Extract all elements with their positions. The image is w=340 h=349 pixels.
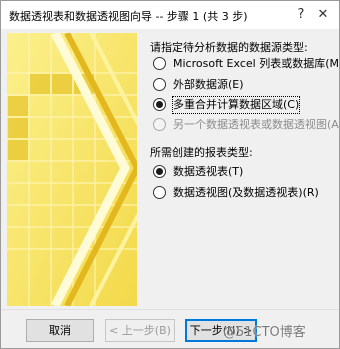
help-icon[interactable]: ?	[291, 5, 311, 25]
report-section-label: 所需创建的报表类型:	[150, 146, 253, 159]
title-bar: 数据透视表和数据透视图向导 -- 步骤 1 (共 3 步) ? ✕	[1, 1, 339, 29]
option-pivot-chart-label[interactable]: 数据透视图(及数据透视表)(R)	[173, 185, 319, 201]
cancel-button[interactable]: 取消	[26, 319, 94, 342]
option-excel-list-label[interactable]: Microsoft Excel 列表或数据库(M)	[173, 56, 340, 72]
radio-external-source[interactable]	[153, 78, 166, 91]
close-icon[interactable]: ✕	[313, 5, 333, 25]
wizard-illustration	[7, 33, 137, 306]
option-pivot-table-label[interactable]: 数据透视表(T)	[173, 164, 243, 180]
option-external-source-label[interactable]: 外部数据源(E)	[173, 77, 244, 93]
back-button: < 上一步(B)	[105, 319, 175, 342]
wizard-illustration-graphic	[7, 33, 137, 306]
radio-another-pivot	[153, 118, 166, 131]
footer-divider	[1, 309, 339, 310]
window-title: 数据透视表和数据透视图向导 -- 步骤 1 (共 3 步)	[9, 10, 248, 23]
radio-pivot-chart[interactable]	[153, 186, 166, 199]
watermark: @51CTO博客	[223, 325, 306, 340]
radio-excel-list[interactable]	[153, 57, 166, 70]
pivot-wizard-dialog: 数据透视表和数据透视图向导 -- 步骤 1 (共 3 步) ? ✕ 请指定待分析…	[0, 0, 340, 349]
option-multiple-consolidation-label[interactable]: 多重合并计算数据区域(C)	[171, 96, 301, 114]
option-another-pivot-label: 另一个数据透视表或数据透视图(A)	[173, 118, 340, 131]
radio-pivot-table[interactable]	[153, 165, 166, 178]
source-section-label: 请指定待分析数据的数据源类型:	[150, 41, 308, 54]
radio-multiple-consolidation[interactable]	[153, 98, 166, 111]
